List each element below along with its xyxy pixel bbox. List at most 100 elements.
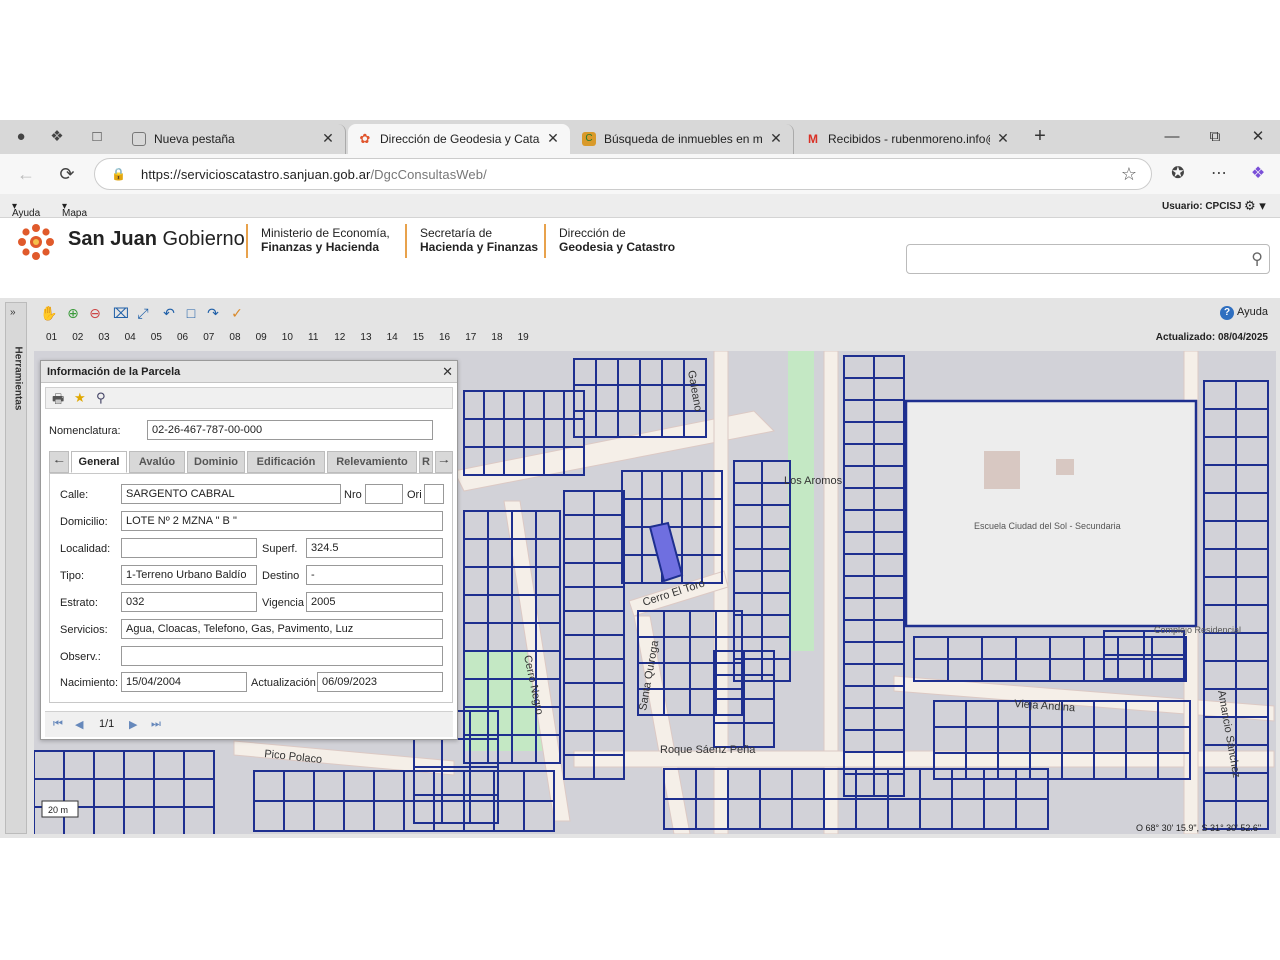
actualizacion-field[interactable]: 06/09/2023: [317, 672, 443, 692]
parcel-info-panel: Información de la Parcela ✕ 🖶 ★ ⚲ Nomenc…: [40, 360, 458, 740]
tab-busqueda-inmuebles[interactable]: C Búsqueda de inmuebles en mapa ✕: [572, 124, 794, 154]
ayuda-button[interactable]: ? Ayuda: [1220, 306, 1268, 320]
observ-field[interactable]: [121, 646, 443, 666]
tabs-prev-icon[interactable]: 🠐: [49, 451, 69, 473]
redo-view-icon[interactable]: ↷: [204, 305, 222, 321]
layer-number-button[interactable]: 17: [465, 332, 476, 343]
tab-geodesia-catastro[interactable]: ✿ Dirección de Geodesia y Catastro ✕: [348, 124, 570, 154]
nomenclatura-field[interactable]: 02-26-467-787-00-000: [147, 420, 433, 440]
nacimiento-field[interactable]: 15/04/2004: [121, 672, 247, 692]
panel-header[interactable]: Información de la Parcela ✕: [41, 361, 457, 383]
tab-nueva-pestana[interactable]: Nueva pestaña ✕: [122, 124, 346, 154]
favorite-icon[interactable]: ★: [74, 390, 86, 406]
layer-number-button[interactable]: 11: [308, 332, 318, 343]
localidad-field[interactable]: [121, 538, 257, 558]
layer-number-button[interactable]: 05: [151, 332, 162, 343]
layer-number-button[interactable]: 08: [229, 332, 240, 343]
tab-r[interactable]: R: [419, 451, 433, 473]
favorites-icon[interactable]: ✪: [1166, 163, 1190, 185]
restore-icon[interactable]: ⧉: [1201, 127, 1229, 147]
servicios-field[interactable]: Agua, Cloacas, Telefono, Gas, Pavimento,…: [121, 619, 443, 639]
measure-icon[interactable]: ✓: [228, 305, 246, 321]
favorite-star-icon[interactable]: ☆: [1121, 164, 1137, 185]
print-icon[interactable]: 🖶: [52, 390, 64, 412]
building: [1056, 459, 1074, 475]
layer-number-button[interactable]: 06: [177, 332, 188, 343]
reload-icon[interactable]: ⟳: [55, 163, 79, 185]
full-extent-icon[interactable]: ⤢: [134, 305, 152, 321]
address-bar: ← ⟳ 🔒 https://servicioscatastro.sanjuan.…: [0, 154, 1280, 194]
layer-number-button[interactable]: 02: [72, 332, 83, 343]
nro-field[interactable]: [365, 484, 403, 504]
profile-icon[interactable]: ●: [10, 127, 32, 147]
tab-general[interactable]: General: [71, 451, 127, 473]
next-page-icon[interactable]: ▶: [129, 718, 137, 731]
layer-number-button[interactable]: 19: [518, 332, 529, 343]
ori-field[interactable]: [424, 484, 444, 504]
layer-number-button[interactable]: 13: [360, 332, 371, 343]
layer-number-button[interactable]: 01: [46, 332, 57, 343]
layer-number-button[interactable]: 12: [334, 332, 345, 343]
undo-view-icon[interactable]: ↶: [160, 305, 178, 321]
destino-field[interactable]: -: [306, 565, 443, 585]
close-tab-icon[interactable]: ✕: [994, 129, 1012, 147]
zoom-out-icon[interactable]: ⊖: [86, 305, 104, 321]
layer-number-button[interactable]: 03: [98, 332, 109, 343]
pan-hand-icon[interactable]: ✋: [40, 305, 58, 321]
workspaces-icon[interactable]: ❖: [46, 127, 68, 147]
search-icon[interactable]: ⚲: [1251, 249, 1263, 269]
layer-number-button[interactable]: 07: [203, 332, 214, 343]
layer-number-button[interactable]: 10: [282, 332, 293, 343]
calle-field[interactable]: SARGENTO CABRAL: [121, 484, 341, 504]
nro-label: Nro: [344, 489, 362, 501]
expand-icon[interactable]: »: [10, 307, 16, 318]
back-icon[interactable]: ←: [14, 163, 38, 185]
menu-mapa[interactable]: Mapa ▾: [62, 201, 87, 219]
menu-ayuda[interactable]: Ayuda ▾: [12, 201, 40, 219]
scale-bar: 20 m: [41, 800, 79, 818]
new-tab-button[interactable]: +: [1028, 126, 1052, 148]
layer-number-button[interactable]: 09: [256, 332, 267, 343]
domicilio-field[interactable]: LOTE Nº 2 MZNA " B ": [121, 511, 443, 531]
tab-relevamiento[interactable]: Relevamiento: [327, 451, 417, 473]
vigencia-field[interactable]: 2005: [306, 592, 443, 612]
estrato-field[interactable]: 032: [121, 592, 257, 612]
prev-page-icon[interactable]: ◀: [75, 718, 83, 731]
tipo-field[interactable]: 1-Terreno Urbano Baldío: [121, 565, 257, 585]
first-page-icon[interactable]: ⏮: [53, 718, 63, 731]
close-tab-icon[interactable]: ✕: [319, 129, 337, 147]
tab-actions-icon[interactable]: □: [86, 127, 108, 147]
tabs-next-icon[interactable]: 🠒: [435, 451, 453, 473]
layer-number-button[interactable]: 14: [387, 332, 398, 343]
tools-sidebar[interactable]: » Herramientas: [5, 302, 27, 834]
page-icon: [132, 132, 146, 146]
close-window-icon[interactable]: ✕: [1244, 127, 1272, 147]
close-tab-icon[interactable]: ✕: [544, 129, 562, 147]
close-tab-icon[interactable]: ✕: [767, 129, 785, 147]
url-field[interactable]: 🔒 https://servicioscatastro.sanjuan.gob.…: [94, 158, 1152, 190]
tab-avaluo[interactable]: Avalúo: [129, 451, 185, 473]
minimize-icon[interactable]: —: [1158, 127, 1186, 147]
layer-number-button[interactable]: 15: [413, 332, 424, 343]
panel-toolbar: 🖶 ★ ⚲: [45, 387, 453, 409]
close-icon[interactable]: ✕: [442, 364, 453, 380]
copilot-icon[interactable]: ❖: [1246, 163, 1270, 185]
zoom-in-icon[interactable]: ⊕: [64, 305, 82, 321]
layer-number-button[interactable]: 16: [439, 332, 450, 343]
tab-dominio[interactable]: Dominio: [187, 451, 245, 473]
ministerio-label: Ministerio de Economía, Finanzas y Hacien…: [261, 226, 390, 254]
last-page-icon[interactable]: ⏭: [151, 718, 161, 731]
more-menu-icon[interactable]: ⋯: [1207, 163, 1231, 185]
search-input[interactable]: ⚲: [906, 244, 1270, 274]
url-path: /DgcConsultasWeb/: [370, 167, 487, 182]
layer-number-button[interactable]: 04: [125, 332, 136, 343]
settings-gear-icon[interactable]: ⚙ ▾: [1244, 198, 1266, 214]
layer-number-button[interactable]: 18: [491, 332, 502, 343]
tab-gmail[interactable]: M Recibidos - rubenmoreno.info@g ✕: [796, 124, 1020, 154]
zoom-extent-icon[interactable]: ⌧: [112, 305, 130, 321]
tab-edificacion[interactable]: Edificación: [247, 451, 325, 473]
zoom-to-parcel-icon[interactable]: ⚲: [96, 390, 106, 406]
superficie-field[interactable]: 324.5: [306, 538, 443, 558]
street-label: Roque Sáenz Peña: [660, 744, 756, 756]
select-area-icon[interactable]: □: [182, 305, 200, 321]
